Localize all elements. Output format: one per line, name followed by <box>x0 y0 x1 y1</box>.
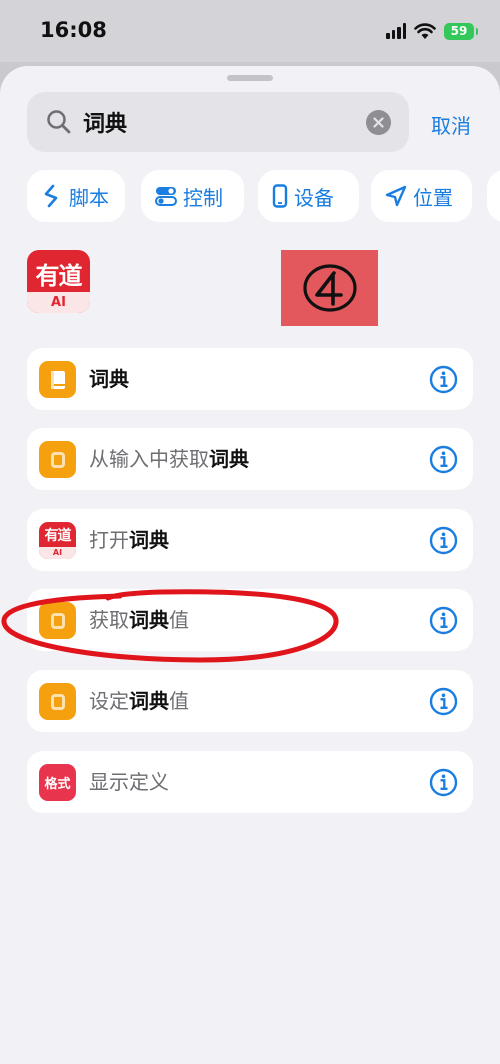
info-icon[interactable] <box>429 768 458 797</box>
status-time: 16:08 <box>40 18 107 42</box>
close-icon <box>373 117 384 128</box>
result-label: 显示定义 <box>89 770 169 794</box>
result-label: 词典 <box>89 367 129 391</box>
logo-ai-text: AI <box>27 292 90 313</box>
category-chip-location[interactable]: 位置 <box>371 170 472 222</box>
category-label: 设备 <box>294 185 334 210</box>
info-icon[interactable] <box>429 445 458 474</box>
result-row-open-dictionary[interactable]: 有道 AI 打开词典 <box>27 509 473 571</box>
logo-text: 有道 <box>35 262 83 290</box>
dictionary-icon <box>39 602 76 639</box>
category-chip-device[interactable]: 设备 <box>258 170 359 222</box>
sheet-grabber[interactable] <box>227 75 273 81</box>
cellular-signal-icon <box>386 23 406 39</box>
battery-level: 59 <box>450 24 468 38</box>
dictionary-icon <box>39 441 76 478</box>
circled-four-icon <box>302 264 357 312</box>
result-label: 设定词典值 <box>89 689 189 713</box>
youdao-app-icon: 有道 AI <box>39 522 76 559</box>
search-input[interactable] <box>83 102 353 142</box>
category-chip-more[interactable] <box>487 170 500 222</box>
result-row-get-dictionary-from-input[interactable]: 从输入中获取词典 <box>27 428 473 490</box>
category-chip-script[interactable]: 脚本 <box>27 170 125 222</box>
category-chips: 脚本 控制 设备 位置 <box>27 170 500 222</box>
category-label: 控制 <box>183 185 223 210</box>
wifi-icon <box>414 22 436 39</box>
status-bar: 16:08 59 <box>0 0 500 62</box>
logo-text: 有道 <box>44 528 72 544</box>
cancel-button[interactable]: 取消 <box>431 110 471 139</box>
search-icon <box>47 110 71 134</box>
dictionary-icon <box>39 683 76 720</box>
toggle-icon <box>155 187 177 206</box>
result-label: 获取词典值 <box>89 608 189 632</box>
info-icon[interactable] <box>429 526 458 555</box>
phone-icon <box>272 184 288 208</box>
step-number-annotation: ④ <box>281 250 378 326</box>
result-label: 从输入中获取词典 <box>89 447 249 471</box>
book-icon <box>39 361 76 398</box>
youdao-ai-app-icon[interactable]: 有道 AI <box>27 250 90 313</box>
clear-search-button[interactable] <box>366 110 391 135</box>
location-arrow-icon <box>385 185 407 207</box>
category-label: 脚本 <box>69 185 109 210</box>
result-label: 打开词典 <box>89 528 169 552</box>
action-search-sheet: 取消 脚本 控制 设备 <box>0 66 500 1064</box>
result-row-show-definition[interactable]: 格式 显示定义 <box>27 751 473 813</box>
result-row-get-dictionary-value[interactable]: 获取词典值 <box>27 589 473 651</box>
search-bar[interactable] <box>27 92 409 152</box>
category-label: 位置 <box>413 185 453 210</box>
format-icon: 格式 <box>39 764 76 801</box>
logo-ai-text: AI <box>39 547 76 559</box>
info-icon[interactable] <box>429 687 458 716</box>
result-row-set-dictionary-value[interactable]: 设定词典值 <box>27 670 473 732</box>
battery-icon: 59 <box>444 22 478 40</box>
info-icon[interactable] <box>429 365 458 394</box>
result-row-dictionary[interactable]: 词典 <box>27 348 473 410</box>
status-icons: 59 <box>386 20 478 42</box>
info-icon[interactable] <box>429 606 458 635</box>
script-icon <box>44 184 58 208</box>
category-chip-control[interactable]: 控制 <box>141 170 244 222</box>
